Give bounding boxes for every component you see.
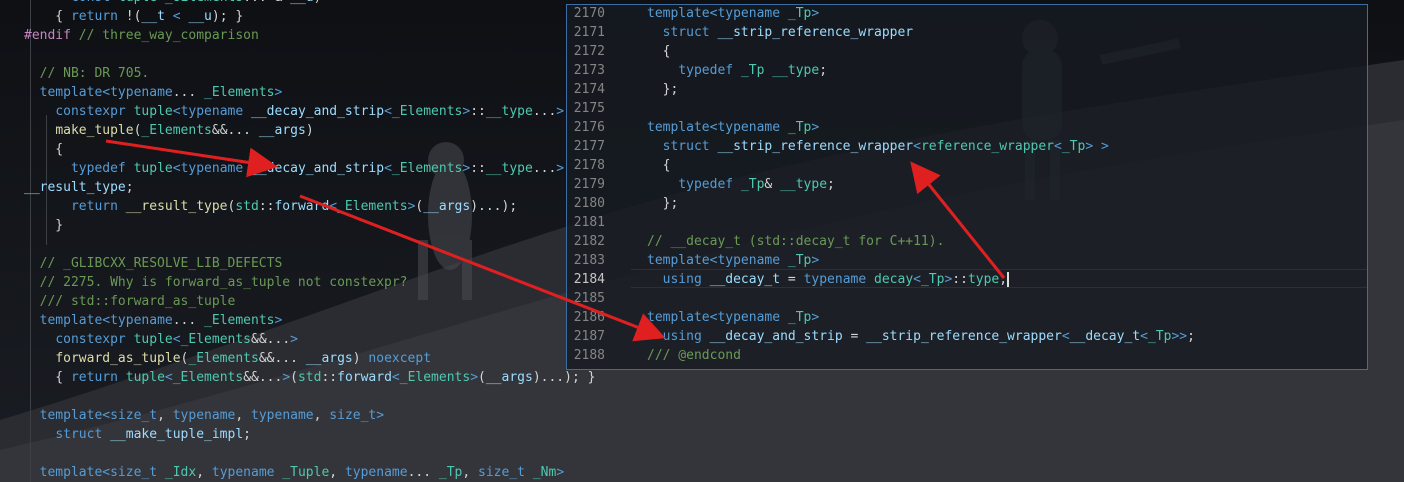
code-line[interactable]: // _GLIBCXX_RESOLVE_LIB_DEFECTS <box>24 254 283 273</box>
line-number: 2178 <box>573 158 605 173</box>
code-line[interactable]: { return tuple<_Elements&&...>(std::forw… <box>24 368 595 387</box>
line-number: 2187 <box>573 329 605 344</box>
line-number-gutter: 2170 2171 2172 2173 2174 2175 2176 2177 2178 2179… <box>567 5 631 369</box>
line-number: 2175 <box>573 101 605 116</box>
peek-code-line[interactable]: template<typename _Tp> <box>647 118 819 137</box>
peek-code-line[interactable]: using __decay_t = typename decay<_Tp>::t… <box>647 270 1010 289</box>
line-number: 2185 <box>573 291 605 306</box>
code-line[interactable]: typedef tuple<typename __decay_and_strip… <box>24 159 564 178</box>
line-number: 2183 <box>573 253 605 268</box>
line-number: 2188 <box>573 348 605 363</box>
peek-code-line[interactable]: typedef _Tp __type; <box>647 61 827 80</box>
code-line[interactable]: { return !(__t < __u); } <box>24 7 243 26</box>
line-number: 2174 <box>573 82 605 97</box>
peek-code-line[interactable]: template<typename _Tp> <box>647 308 819 327</box>
line-number: 2184 <box>573 272 605 287</box>
code-line[interactable]: template<size_t _Idx, typename _Tuple, t… <box>24 463 564 482</box>
text-cursor <box>1007 272 1010 287</box>
line-number: 2176 <box>573 120 605 135</box>
code-line[interactable]: template<typename... _Elements> <box>24 311 283 330</box>
code-line[interactable]: const tuple<_UElements...>& __u) <box>24 0 322 7</box>
peek-code-line[interactable]: // __decay_t (std::decay_t for C++11). <box>647 232 944 251</box>
code-line[interactable]: // NB: DR 705. <box>24 64 150 83</box>
peek-code-line[interactable]: typedef _Tp& __type; <box>647 175 835 194</box>
code-line[interactable]: make_tuple(_Elements&&... __args) <box>24 121 313 140</box>
code-line[interactable]: struct __make_tuple_impl; <box>24 425 251 444</box>
code-line[interactable]: forward_as_tuple(_Elements&&... __args) … <box>24 349 431 368</box>
code-line[interactable]: #endif // three_way_comparison <box>24 26 259 45</box>
peek-code-line[interactable]: template<typename _Tp> <box>647 4 819 23</box>
peek-code-line[interactable]: struct __strip_reference_wrapper <box>647 23 913 42</box>
code-line[interactable]: constexpr tuple<typename __decay_and_str… <box>24 102 564 121</box>
line-number: 2181 <box>573 215 605 230</box>
code-line[interactable]: __result_type; <box>24 178 134 197</box>
peek-code-line[interactable]: template<typename _Tp> <box>647 251 819 270</box>
peek-code-line[interactable]: { <box>647 42 671 61</box>
peek-code-area[interactable]: template<typename _Tp> struct __strip_re… <box>647 5 1367 369</box>
code-line[interactable]: /// std::forward_as_tuple <box>24 292 236 311</box>
peek-definition-panel[interactable]: 2170 2171 2172 2173 2174 2175 2176 2177 2178 2179… <box>566 4 1368 370</box>
code-line[interactable]: return __result_type(std::forward<_Eleme… <box>24 197 517 216</box>
line-number: 2182 <box>573 234 605 249</box>
code-line[interactable]: constexpr tuple<_Elements&&...> <box>24 330 298 349</box>
peek-code-line[interactable]: }; <box>647 194 679 213</box>
code-line[interactable]: } <box>24 216 63 235</box>
code-line[interactable]: template<size_t, typename, typename, siz… <box>24 406 384 425</box>
line-number: 2179 <box>573 177 605 192</box>
peek-code-line[interactable]: { <box>647 156 671 175</box>
line-number: 2170 <box>573 6 605 21</box>
line-number: 2171 <box>573 25 605 40</box>
peek-code-line[interactable]: using __decay_and_strip = __strip_refere… <box>647 327 1195 346</box>
line-number: 2173 <box>573 63 605 78</box>
code-line[interactable]: // 2275. Why is forward_as_tuple not con… <box>24 273 408 292</box>
line-number: 2177 <box>573 139 605 154</box>
code-line[interactable]: { <box>24 140 63 159</box>
line-number: 2172 <box>573 44 605 59</box>
peek-code-line[interactable]: /// @endcond <box>647 346 741 365</box>
line-number: 2186 <box>573 310 605 325</box>
code-line[interactable]: template<typename... _Elements> <box>24 83 283 102</box>
line-number: 2180 <box>573 196 605 211</box>
peek-code-line[interactable]: }; <box>647 80 679 99</box>
peek-code-line[interactable]: struct __strip_reference_wrapper<referen… <box>647 137 1109 156</box>
